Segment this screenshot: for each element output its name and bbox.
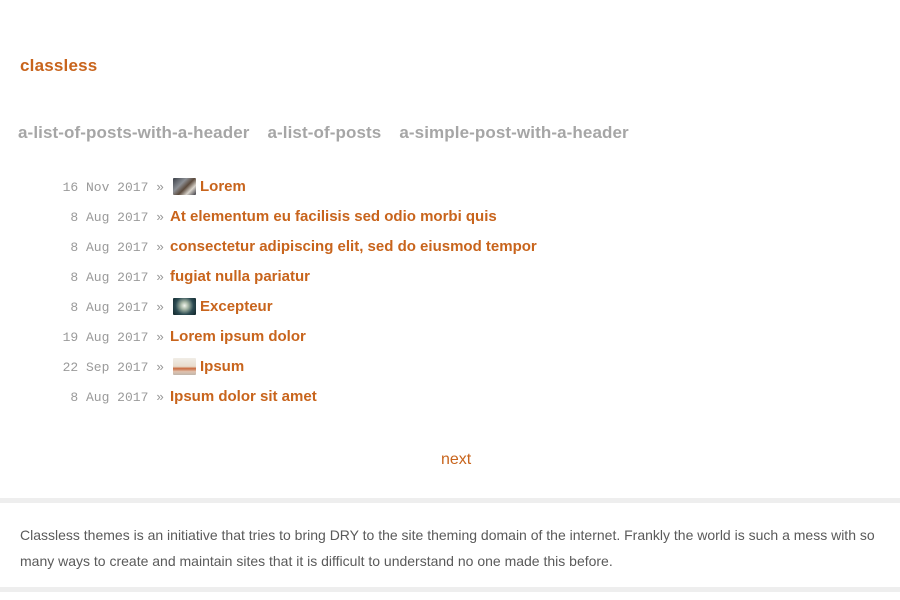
list-item: 19 Aug 2017 » Lorem ipsum dolor (0, 322, 900, 352)
post-date: 19 Aug 2017 » (62, 330, 164, 345)
list-item: 8 Aug 2017 » consectetur adipiscing elit… (0, 232, 900, 262)
post-title: Lorem (200, 178, 246, 195)
site-title-link[interactable]: classless (20, 56, 97, 76)
list-item: 8 Aug 2017 » At elementum eu facilisis s… (0, 202, 900, 232)
post-date: 8 Aug 2017 » (70, 210, 164, 225)
post-title: Lorem ipsum dolor (170, 328, 306, 345)
post-title: Ipsum dolor sit amet (170, 388, 317, 405)
post-date: 8 Aug 2017 » (70, 240, 164, 255)
post-title-link[interactable]: Lorem (170, 178, 246, 195)
nav-item-simple-post-with-header[interactable]: a-simple-post-with-a-header (399, 123, 628, 143)
post-list: 16 Nov 2017 » Lorem 8 Aug 2017 » At elem… (0, 172, 900, 412)
post-title-link[interactable]: Lorem ipsum dolor (170, 328, 306, 345)
list-item: 22 Sep 2017 » Ipsum (0, 352, 900, 382)
nav-item-list-of-posts-with-header[interactable]: a-list-of-posts-with-a-header (18, 123, 249, 143)
post-title-link[interactable]: Ipsum (170, 358, 244, 375)
post-title: Ipsum (200, 358, 245, 375)
photo-thumbnail-icon (173, 178, 196, 195)
post-title-link[interactable]: consectetur adipiscing elit, sed do eius… (170, 238, 537, 255)
main-nav: a-list-of-posts-with-a-header a-list-of-… (18, 123, 629, 143)
post-title-link[interactable]: Excepteur (170, 298, 273, 315)
post-title-link[interactable]: Ipsum dolor sit amet (170, 388, 317, 405)
post-title: Excepteur (200, 298, 273, 315)
post-title: consectetur adipiscing elit, sed do eius… (170, 238, 537, 255)
footer-text: Classless themes is an initiative that t… (20, 527, 875, 569)
post-title: fugiat nulla pariatur (170, 268, 311, 285)
post-date: 8 Aug 2017 » (70, 390, 164, 405)
list-item: 8 Aug 2017 » Excepteur (0, 292, 900, 322)
nav-item-list-of-posts[interactable]: a-list-of-posts (267, 123, 381, 143)
site-footer: Classless themes is an initiative that t… (0, 498, 900, 592)
list-item: 8 Aug 2017 » fugiat nulla pariatur (0, 262, 900, 292)
post-title-link[interactable]: fugiat nulla pariatur (170, 268, 310, 285)
post-title-link[interactable]: At elementum eu facilisis sed odio morbi… (170, 208, 497, 225)
post-date: 16 Nov 2017 » (62, 180, 164, 195)
post-date: 8 Aug 2017 » (70, 300, 164, 315)
post-date: 22 Sep 2017 » (62, 360, 164, 375)
post-title: At elementum eu facilisis sed odio morbi… (170, 208, 497, 225)
list-item: 16 Nov 2017 » Lorem (0, 172, 900, 202)
photo-thumbnail-icon (173, 298, 196, 315)
photo-thumbnail-icon (173, 358, 196, 375)
post-date: 8 Aug 2017 » (70, 270, 164, 285)
next-page-link[interactable]: next (441, 451, 471, 469)
list-item: 8 Aug 2017 » Ipsum dolor sit amet (0, 382, 900, 412)
